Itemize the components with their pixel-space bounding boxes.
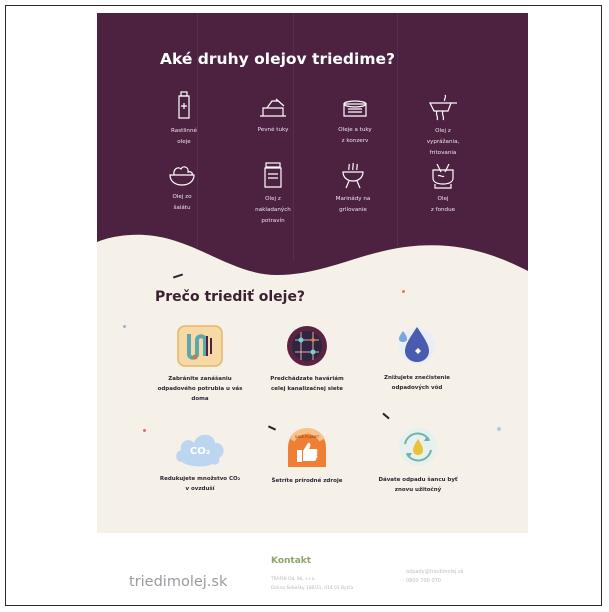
street-address: Dolina Šebešky 180/31, 014 01 Bytča xyxy=(271,586,354,591)
sewer-network-icon xyxy=(287,326,327,366)
reason-item: CO₂ Redukujete množstvo CO₂ v ovzduší xyxy=(140,428,260,494)
decorative-dot xyxy=(402,290,405,293)
bottle-icon xyxy=(178,91,190,119)
grill-icon xyxy=(342,162,364,189)
fondue-pot-icon xyxy=(432,163,454,189)
company-name: TRAFIN OIL SK, s.r.o. xyxy=(271,577,316,582)
flyer: Aké druhy olejov triedime? Rastlinné olej… xyxy=(97,13,528,601)
oil-type-item: Olej zo šalátu xyxy=(137,163,227,214)
reason-item: Dávate odpadu šancu byť znovu užitočný xyxy=(358,425,478,495)
reason-item: Znižujete znečistenie odpadových vôd xyxy=(357,321,477,393)
can-icon xyxy=(343,100,367,117)
oil-type-item: Olej z fondue xyxy=(398,163,488,216)
decorative-dot xyxy=(497,427,501,431)
jar-icon xyxy=(264,162,282,188)
contact-phone[interactable]: 0800 700 070 xyxy=(406,577,464,586)
reason-item: Predchádzate haváriám celej kanalizačnej … xyxy=(247,324,367,394)
water-drop-icon xyxy=(399,327,435,364)
decorative-dash xyxy=(382,412,390,420)
why-heading: Prečo triediť oleje? xyxy=(155,289,306,305)
contact-address: TRAFIN OIL SK, s.r.o. Dolina Šebešky 180… xyxy=(271,575,353,593)
decorative-dot xyxy=(123,325,126,328)
save-planet-label: SAVE PLANET xyxy=(295,435,320,439)
clogged-pipe-icon xyxy=(177,325,223,367)
contact-heading: Kontakt xyxy=(271,556,312,566)
co2-label: CO₂ xyxy=(190,446,210,457)
oil-type-item: Olej z nakladaných potravín xyxy=(228,161,318,227)
oil-type-item: Pevné tuky xyxy=(228,96,318,136)
brand-logo: triedimolej.sk xyxy=(129,574,228,590)
oil-type-item: Marinády na grilovanie xyxy=(308,161,398,216)
salad-bowl-icon xyxy=(169,166,195,186)
footer: triedimolej.sk Kontakt TRAFIN OIL SK, s.… xyxy=(97,533,528,601)
oil-type-item: Olej z vyprážania, fritovania xyxy=(398,93,488,159)
oil-type-item: Oleje a tuky z konzerv xyxy=(310,96,400,147)
contact-email[interactable]: odpady@triedimolej.sk xyxy=(406,568,464,577)
oil-types-section: Aké druhy olejov triedime? Rastlinné olej… xyxy=(97,13,528,303)
co2-cloud-icon: CO₂ xyxy=(176,434,224,467)
reason-item: Zabránite zanášaniu odpadového potrubia u… xyxy=(140,324,260,404)
contact-details: odpady@triedimolej.sk 0800 700 070 xyxy=(406,568,464,586)
recycle-drop-icon xyxy=(399,428,437,466)
frying-pan-icon xyxy=(429,94,457,121)
thumbs-up-icon: SAVE PLANET xyxy=(288,427,326,467)
butter-icon xyxy=(260,98,286,117)
oil-types-heading: Aké druhy olejov triedime? xyxy=(160,50,395,68)
oil-type-item: Rastlinné oleje xyxy=(139,91,229,148)
reason-item: SAVE PLANET Šetríte prírodné zdroje xyxy=(247,426,367,486)
